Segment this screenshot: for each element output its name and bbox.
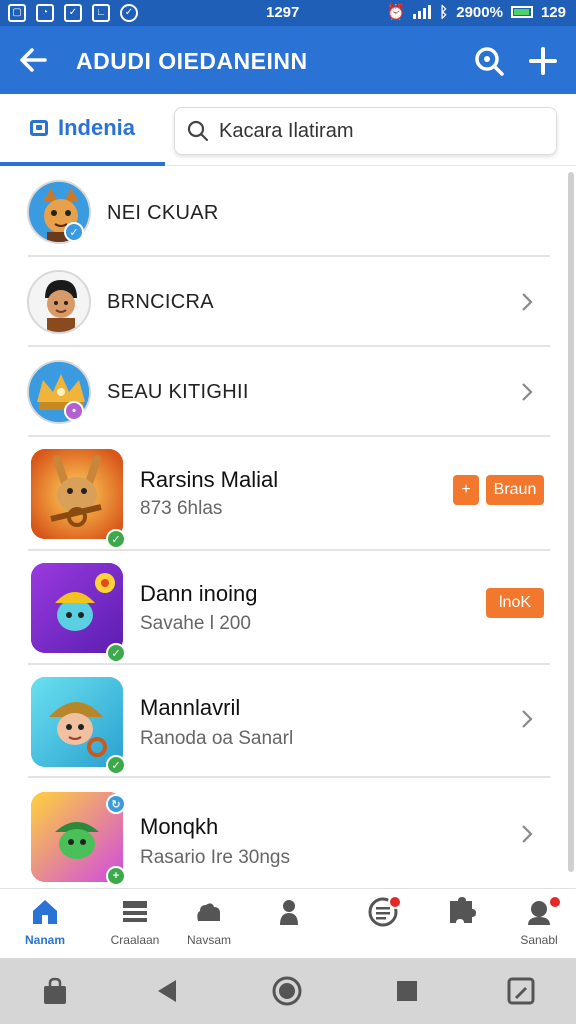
notification-chart-icon: ∟ xyxy=(92,4,110,22)
nav-item-profile[interactable]: Sanabl xyxy=(504,895,574,955)
content-list: ✓ NEI CKUAR BRNCICRA • SEAU KITIGHII ✓ R… xyxy=(0,166,576,888)
notification-mail-icon: ✓ xyxy=(64,4,82,22)
notification-shield-icon: ✓ xyxy=(120,4,138,22)
magnifier-icon xyxy=(187,120,209,142)
edit-icon[interactable] xyxy=(506,976,536,1006)
bottom-navigation: Nanam Craalaan Navsam Sanabl xyxy=(0,888,576,958)
status-indicators: ⏰ ᛒ 2900% 129 xyxy=(386,3,566,22)
app-list-item[interactable]: ↻ + Monqkh Rasario Ire 30ngs xyxy=(0,778,560,888)
notification-dot xyxy=(388,895,402,909)
row-label: NEI CKUAR xyxy=(107,202,219,224)
nav-item-puzzle[interactable] xyxy=(426,897,496,955)
nav-label: Nanam xyxy=(24,933,65,947)
list-icon xyxy=(123,901,147,922)
app-subtitle: Rasario Ire 30ngs xyxy=(140,847,290,868)
recents-square-icon[interactable] xyxy=(392,976,422,1006)
chevron-right-icon xyxy=(522,293,533,311)
app-subtitle: 873 6hlas xyxy=(140,498,223,519)
verified-badge-icon: ✓ xyxy=(64,222,84,242)
notification-dot xyxy=(548,895,562,909)
add-button[interactable]: + xyxy=(453,475,479,505)
back-triangle-icon[interactable] xyxy=(152,976,182,1006)
list-item[interactable]: • SEAU KITIGHII xyxy=(0,347,560,437)
installed-check-icon: + xyxy=(106,866,126,886)
home-circle-icon[interactable] xyxy=(272,976,302,1006)
app-icon xyxy=(31,563,123,653)
app-title: Mannlavril xyxy=(140,695,241,720)
row-label: SEAU KITIGHII xyxy=(107,381,249,403)
app-title: Monqkh xyxy=(140,814,219,839)
list-item[interactable]: BRNCICRA xyxy=(0,257,560,347)
status-extra-text: 129 xyxy=(540,3,566,21)
bluetooth-icon: ᛒ xyxy=(439,3,449,21)
app-subtitle: Savahe l 200 xyxy=(140,613,251,634)
builder-game-icon xyxy=(31,563,123,653)
notification-photo-icon: ◔ xyxy=(36,4,54,22)
app-icon xyxy=(31,449,123,539)
search-icon[interactable] xyxy=(474,46,504,76)
update-badge-icon: ↻ xyxy=(106,794,126,814)
status-time: 1297 xyxy=(266,4,300,21)
chevron-right-icon xyxy=(522,383,533,401)
app-subtitle: Ranoda oa Sanarl xyxy=(140,728,294,749)
app-title: Dann inoing xyxy=(140,581,258,606)
nav-label: Craalaan xyxy=(110,933,160,947)
app-action-button[interactable]: lnoK xyxy=(486,588,544,618)
search-input[interactable] xyxy=(219,119,539,143)
tab-label: Indenia xyxy=(58,115,136,140)
app-list-item[interactable]: ✓ Dann inoing Savahe l 200 lnoK xyxy=(0,551,560,665)
nav-item-home[interactable]: Nanam xyxy=(10,897,80,955)
cloud-icon xyxy=(197,903,220,921)
home-icon xyxy=(33,900,57,924)
folder-icon xyxy=(30,120,48,136)
tab-search-row: Indenia xyxy=(0,94,576,166)
chevron-right-icon xyxy=(522,825,533,843)
battery-percent: 2900% xyxy=(456,3,503,21)
search-box[interactable] xyxy=(174,107,557,155)
app-title: Rarsins Malial xyxy=(140,467,279,492)
list-item[interactable]: ✓ NEI CKUAR xyxy=(0,166,560,257)
tab-indenia[interactable]: Indenia xyxy=(0,94,165,166)
system-navigation-bar xyxy=(0,958,576,1024)
app-icon xyxy=(31,677,123,767)
explorer-game-icon xyxy=(31,677,123,767)
app-list-item[interactable]: ✓ Mannlavril Ranoda oa Sanarl xyxy=(0,665,560,778)
signal-icon xyxy=(413,5,432,19)
installed-check-icon: ✓ xyxy=(106,643,126,663)
battery-icon xyxy=(510,6,533,18)
installed-check-icon: ✓ xyxy=(106,529,126,549)
nav-item-cloud[interactable]: Navsam xyxy=(174,897,244,955)
status-badge-icon: • xyxy=(64,401,84,421)
plus-icon[interactable] xyxy=(528,46,558,76)
notification-app-icon: ▢ xyxy=(8,4,26,22)
app-action-button[interactable]: Braun xyxy=(486,475,544,505)
arrow-left-icon[interactable] xyxy=(18,46,48,74)
puzzle-icon xyxy=(450,897,476,923)
avatar xyxy=(27,270,91,334)
page-title: ADUDI OIEDANEINN xyxy=(76,48,308,74)
nav-item-chat[interactable] xyxy=(348,895,418,955)
status-bar: ▢ ◔ ✓ ∟ ✓ 1297 ⏰ ᛒ 2900% 129 xyxy=(0,0,576,26)
nav-label: Navsam xyxy=(186,933,231,947)
installed-check-icon: ✓ xyxy=(106,755,126,775)
person-icon xyxy=(280,900,298,925)
nav-item-list[interactable]: Craalaan xyxy=(100,897,170,955)
status-notification-icons: ▢ ◔ ✓ ∟ ✓ xyxy=(8,4,138,22)
scrollbar[interactable] xyxy=(568,172,574,872)
bag-icon[interactable] xyxy=(40,976,70,1006)
alarm-icon: ⏰ xyxy=(386,4,406,21)
row-label: BRNCICRA xyxy=(107,291,214,313)
app-list-item[interactable]: ✓ Rarsins Malial 873 6hlas + Braun xyxy=(0,437,560,551)
nav-item-person[interactable] xyxy=(254,897,324,955)
kangaroo-game-icon xyxy=(31,449,123,539)
app-bar: ADUDI OIEDANEINN xyxy=(0,26,576,94)
boy-character-icon xyxy=(29,272,89,332)
nav-label: Sanabl xyxy=(520,933,558,947)
chevron-right-icon xyxy=(522,710,533,728)
